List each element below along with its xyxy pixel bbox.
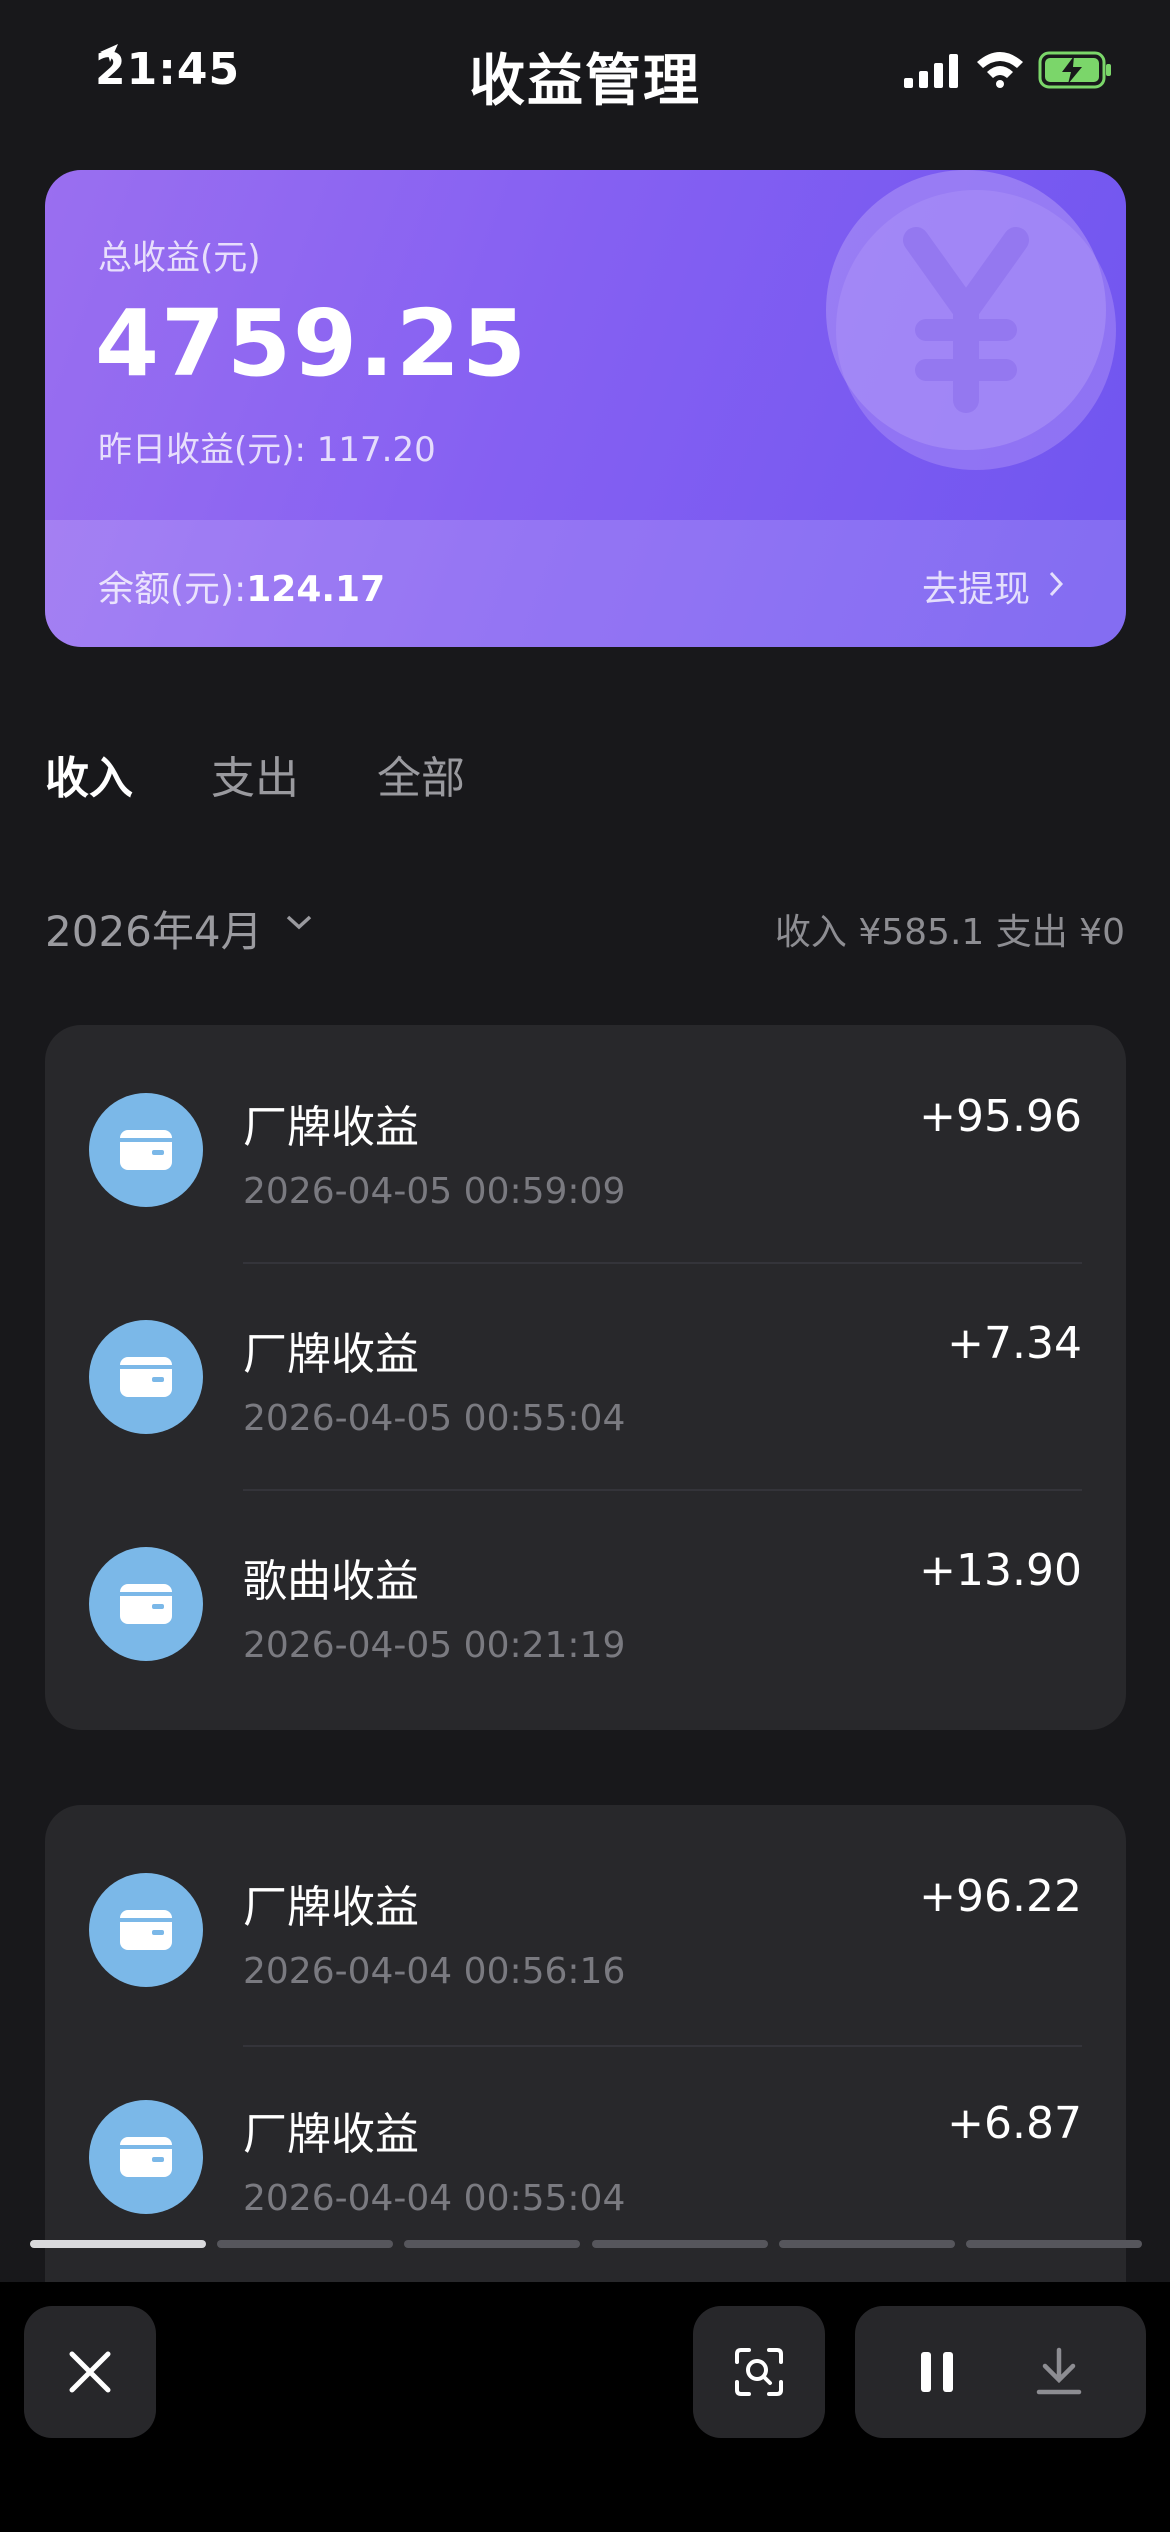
record-title: 厂牌收益	[243, 1329, 419, 1380]
earnings-top-section: 总收益(元) 4759.25 昨日收益(元): 117.20	[45, 170, 1126, 520]
wallet-icon	[89, 1547, 203, 1661]
tab-expense[interactable]: 支出	[211, 742, 299, 806]
record-title: 厂牌收益	[243, 2109, 419, 2160]
story-progress-bar	[30, 2240, 1142, 2250]
progress-segment	[591, 2240, 768, 2248]
progress-segment	[404, 2240, 581, 2248]
month-selector[interactable]: 2026年4月	[45, 898, 263, 959]
list-item[interactable]: 厂牌收益 2026-04-05 00:55:04 +7.34	[45, 1252, 1126, 1479]
wallet-icon	[89, 1093, 203, 1207]
balance-label: 余额(元):124.17	[98, 560, 385, 612]
record-amount: +13.90	[919, 1545, 1082, 1596]
balance-label-text: 余额(元):	[98, 569, 247, 610]
withdraw-label: 去提现	[921, 569, 1030, 610]
balance-value: 124.17	[246, 569, 386, 610]
record-title: 厂牌收益	[243, 1102, 419, 1153]
screen-scan-button[interactable]	[693, 2306, 825, 2438]
record-time: 2026-04-04 00:56:16	[243, 1951, 626, 1992]
wallet-icon	[89, 2100, 203, 2214]
earnings-management-screen: 21:45 收益管理 总收益(元) 4759.25 昨日收益(元): 117.2…	[0, 0, 1170, 2532]
signal-icon	[904, 54, 958, 88]
list-item[interactable]: 歌曲收益 2026-04-05 00:21:19 +13.90	[45, 1479, 1126, 1706]
close-icon	[69, 2351, 111, 2393]
balance-row: 余额(元):124.17 去提现	[45, 520, 1126, 647]
list-item[interactable]: 厂牌收益 2026-04-04 00:56:16 +96.22	[45, 1805, 1126, 2032]
progress-segment	[778, 2240, 955, 2248]
close-button[interactable]	[24, 2306, 156, 2438]
list-item[interactable]: 厂牌收益 2026-04-04 00:55:04 +6.87	[45, 2032, 1126, 2259]
screen-scan-icon	[735, 2348, 783, 2396]
month-summary: 收入 ¥585.1 支出 ¥0	[774, 912, 1125, 953]
list-item[interactable]: 厂牌收益 2026-04-05 00:59:09 +95.96	[45, 1025, 1126, 1252]
wifi-icon	[977, 52, 1023, 88]
chevron-down-icon[interactable]	[284, 912, 314, 932]
earnings-summary-card: 总收益(元) 4759.25 昨日收益(元): 117.20 余额(元):124…	[45, 170, 1126, 647]
record-title: 厂牌收益	[243, 1882, 419, 1933]
record-title: 歌曲收益	[243, 1556, 419, 1607]
progress-segment	[965, 2240, 1142, 2248]
pause-icon[interactable]	[917, 2350, 957, 2394]
download-icon[interactable]	[1035, 2346, 1083, 2398]
bottom-toolbar	[0, 2282, 1170, 2532]
wallet-icon	[89, 1320, 203, 1434]
total-earnings-label: 总收益(元)	[98, 238, 261, 278]
record-amount: +95.96	[919, 1091, 1082, 1142]
record-time: 2026-04-05 00:21:19	[243, 1625, 626, 1666]
progress-segment	[217, 2240, 394, 2248]
record-amount: +7.34	[947, 1318, 1082, 1369]
chevron-right-icon	[1049, 571, 1064, 597]
record-amount: +96.22	[919, 1871, 1082, 1922]
tab-income[interactable]: 收入	[45, 742, 133, 806]
status-bar: 21:45 收益管理	[0, 0, 1170, 140]
record-amount: +6.87	[947, 2098, 1082, 2149]
media-controls	[855, 2306, 1146, 2438]
record-time: 2026-04-05 00:59:09	[243, 1171, 626, 1212]
total-earnings-value: 4759.25	[95, 290, 529, 397]
yesterday-earnings: 昨日收益(元): 117.20	[98, 430, 436, 470]
withdraw-button[interactable]: 去提现	[922, 560, 1064, 612]
wallet-icon	[89, 1873, 203, 1987]
progress-segment	[30, 2240, 207, 2248]
record-group: 厂牌收益 2026-04-05 00:59:09 +95.96 厂牌收益 202…	[45, 1025, 1126, 1730]
battery-charging-icon	[1038, 51, 1111, 89]
tab-all[interactable]: 全部	[377, 742, 465, 806]
record-time: 2026-04-05 00:55:04	[243, 1398, 626, 1439]
record-time: 2026-04-04 00:55:04	[243, 2178, 626, 2219]
